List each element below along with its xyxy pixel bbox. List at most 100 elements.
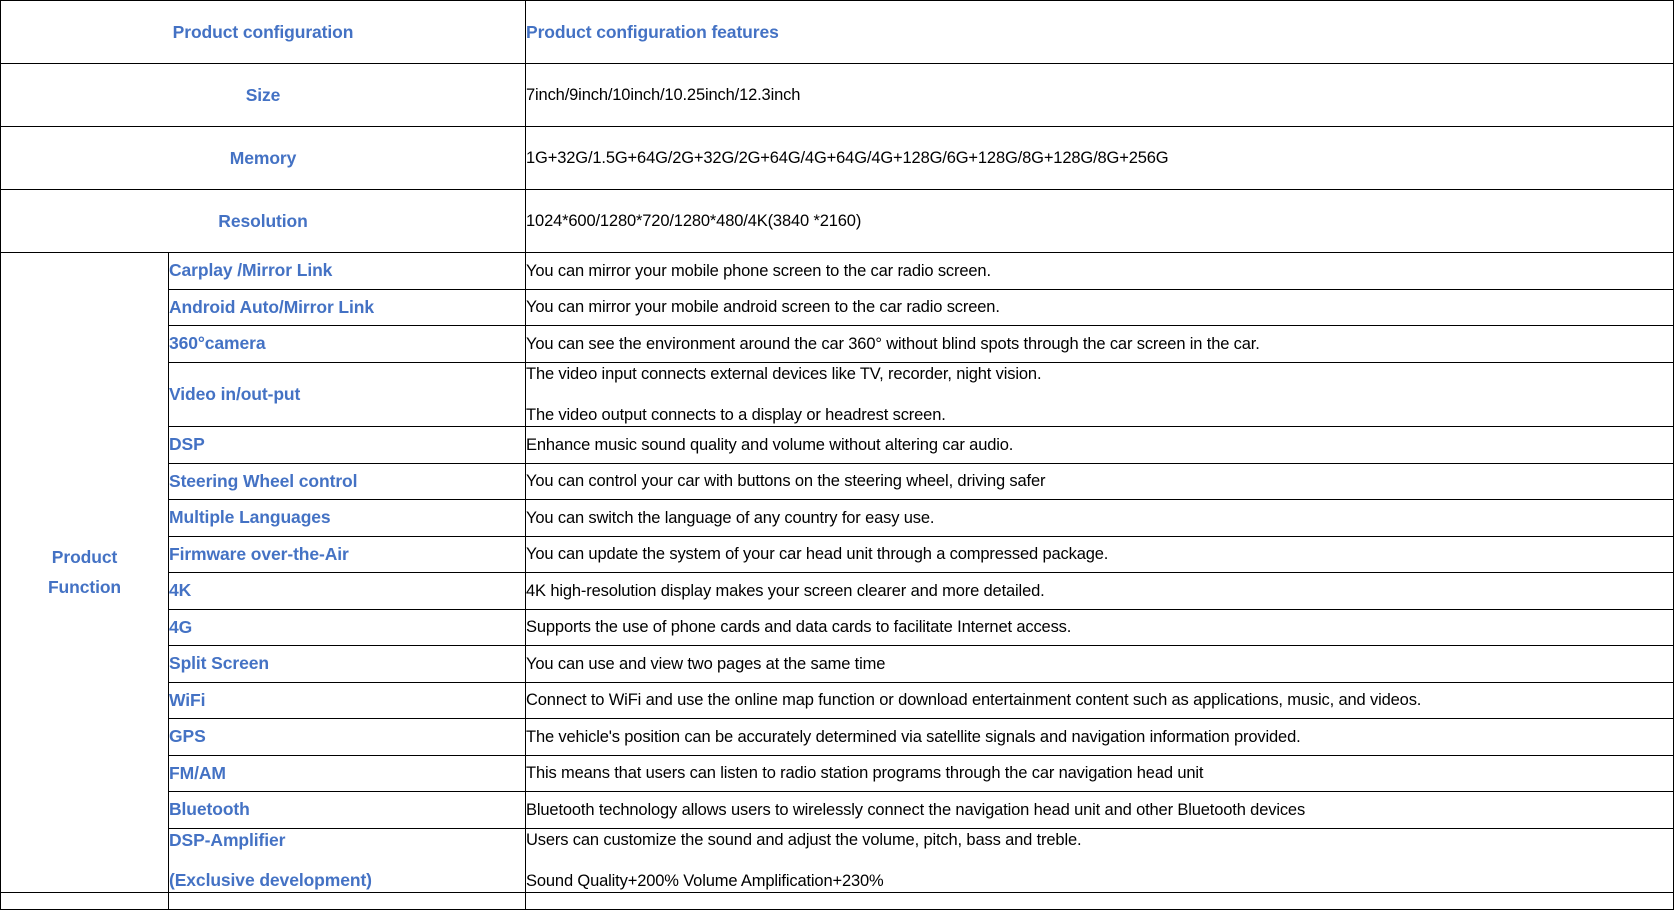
feature-desc-android-auto: You can mirror your mobile android scree…: [525, 288, 1675, 326]
config-value-memory: 1G+32G/1.5G+64G/2G+32G/2G+64G/4G+64G/4G+…: [525, 126, 1675, 190]
feature-label-video-in-out-text: Video in/out-put: [169, 383, 301, 404]
feature-desc-split-screen: You can use and view two pages at the sa…: [525, 645, 1675, 683]
feature-desc-4k: 4K high-resolution display makes your sc…: [525, 572, 1675, 610]
feature-desc-carplay: You can mirror your mobile phone screen …: [525, 252, 1675, 290]
feature-desc-multiple-languages-line1: You can switch the language of any count…: [526, 508, 935, 527]
feature-label-4k: 4K: [167, 572, 527, 610]
feature-desc-dsp-amplifier-line2: Sound Quality+200% Volume Amplification+…: [526, 871, 884, 890]
feature-desc-multiple-languages: You can switch the language of any count…: [525, 499, 1675, 537]
feature-desc-dsp-amplifier: Users can customize the sound and adjust…: [525, 827, 1675, 894]
feature-desc-dsp-amplifier-line1: Users can customize the sound and adjust…: [526, 830, 1082, 849]
product-function-label-line1: Product: [51, 547, 118, 568]
feature-desc-firmware-over-the-air: You can update the system of your car he…: [525, 535, 1675, 574]
feature-desc-split-screen-line1: You can use and view two pages at the sa…: [526, 654, 886, 673]
feature-desc-fm-am: This means that users can listen to radi…: [525, 754, 1675, 793]
feature-label-360-camera: 360°camera: [167, 325, 527, 363]
feature-desc-gps: The vehicle's position can be accurately…: [525, 718, 1675, 756]
config-label-resolution: Resolution: [0, 189, 527, 253]
feature-desc-steering-wheel-control: You can control your car with buttons on…: [525, 462, 1675, 501]
feature-desc-4k-line1: 4K high-resolution display makes your sc…: [526, 581, 1045, 600]
config-label-size: Size: [0, 63, 527, 127]
feature-label-multiple-languages: Multiple Languages: [167, 499, 527, 537]
feature-label-fm-am: FM/AM: [167, 754, 527, 793]
table-row-size: Size 7inch/9inch/10inch/10.25inch/12.3in…: [0, 63, 1675, 127]
feature-desc-dsp-line1: Enhance music sound quality and volume w…: [526, 435, 1014, 454]
feature-label-gps-text: GPS: [169, 726, 206, 747]
feature-label-wifi: WiFi: [167, 681, 527, 720]
config-label-memory-text: Memory: [229, 147, 297, 168]
feature-label-bluetooth-text: Bluetooth: [169, 799, 250, 820]
table-row-bluetooth: Bluetooth Bluetooth technology allows us…: [1, 791, 1675, 829]
config-label-size-text: Size: [245, 84, 281, 105]
feature-label-bluetooth: Bluetooth: [167, 791, 527, 829]
table-row-360-camera: 360°camera You can see the environment a…: [1, 325, 1675, 363]
feature-label-android-auto-text: Android Auto/Mirror Link: [169, 296, 374, 317]
table-row-fm-am: FM/AM This means that users can listen t…: [1, 754, 1675, 793]
table-row-resolution: Resolution 1024*600/1280*720/1280*480/4K…: [0, 189, 1675, 253]
table-row-4g: 4G Supports the use of phone cards and d…: [1, 608, 1675, 647]
table-row-firmware-over-the-air: Firmware over-the-Air You can update the…: [1, 535, 1675, 574]
feature-label-split-screen: Split Screen: [167, 645, 527, 683]
feature-desc-video-in-out-line1: The video input connects external device…: [526, 364, 1042, 383]
table-row-wifi: WiFi Connect to WiFi and use the online …: [1, 681, 1675, 720]
feature-desc-video-in-out-line2: The video output connects to a display o…: [526, 405, 946, 424]
table-row-truncated-next: [0, 892, 1675, 910]
header-product-configuration: Product configuration: [0, 0, 527, 64]
feature-label-carplay: Carplay /Mirror Link: [167, 252, 527, 290]
feature-desc-dsp: Enhance music sound quality and volume w…: [525, 426, 1675, 464]
product-function-group-label: Product Function: [0, 251, 169, 894]
feature-label-multiple-languages-text: Multiple Languages: [169, 507, 331, 528]
config-label-resolution-text: Resolution: [218, 210, 308, 231]
table-row-memory: Memory 1G+32G/1.5G+64G/2G+32G/2G+64G/4G+…: [0, 126, 1675, 190]
feature-label-gps: GPS: [167, 718, 527, 756]
feature-label-dsp-amplifier-line1: DSP-Amplifier: [169, 829, 286, 850]
feature-label-dsp: DSP: [167, 426, 527, 464]
feature-desc-fm-am-line1: This means that users can listen to radi…: [526, 764, 1204, 783]
table-row-carplay: Product Function Carplay /Mirror Link Yo…: [0, 251, 1675, 894]
product-function-label-line2: Function: [47, 577, 122, 598]
table-row-gps: GPS The vehicle's position can be accura…: [1, 718, 1675, 756]
feature-desc-bluetooth: Bluetooth technology allows users to wir…: [525, 791, 1675, 829]
feature-label-split-screen-text: Split Screen: [169, 653, 269, 674]
truncated-cell-spacer-left: [0, 892, 169, 910]
feature-desc-steering-wheel-control-line1: You can control your car with buttons on…: [526, 472, 1046, 491]
feature-label-4g-text: 4G: [169, 616, 193, 637]
feature-label-steering-wheel-control: Steering Wheel control: [167, 462, 527, 501]
feature-label-steering-wheel-control-text: Steering Wheel control: [169, 470, 358, 491]
feature-desc-4g: Supports the use of phone cards and data…: [525, 608, 1675, 647]
table-row-multiple-languages: Multiple Languages You can switch the la…: [1, 499, 1675, 537]
table-row-dsp-amplifier: DSP-Amplifier (Exclusive development) Us…: [1, 827, 1675, 894]
feature-desc-bluetooth-line1: Bluetooth technology allows users to wir…: [526, 800, 1306, 819]
table-row-android-auto: Android Auto/Mirror Link You can mirror …: [1, 288, 1675, 326]
feature-label-wifi-text: WiFi: [169, 689, 206, 710]
feature-label-video-in-out: Video in/out-put: [167, 361, 527, 428]
table-row-video-in-out: Video in/out-put The video input connect…: [1, 361, 1675, 428]
feature-label-fm-am-text: FM/AM: [169, 762, 226, 783]
config-value-memory-text: 1G+32G/1.5G+64G/2G+32G/2G+64G/4G+64G/4G+…: [526, 148, 1169, 167]
table-row-split-screen: Split Screen You can use and view two pa…: [1, 645, 1675, 683]
feature-label-4k-text: 4K: [169, 580, 192, 601]
feature-desc-carplay-line1: You can mirror your mobile phone screen …: [526, 261, 991, 280]
feature-label-dsp-text: DSP: [169, 434, 205, 455]
feature-desc-gps-line1: The vehicle's position can be accurately…: [526, 727, 1301, 746]
feature-desc-360-camera-line1: You can see the environment around the c…: [526, 334, 1260, 353]
feature-label-4g: 4G: [167, 608, 527, 647]
table-header-row: Product configuration Product configurat…: [0, 0, 1675, 64]
header-product-configuration-features: Product configuration features: [525, 0, 1675, 64]
feature-label-firmware-over-the-air: Firmware over-the-Air: [167, 535, 527, 574]
config-label-memory: Memory: [0, 126, 527, 190]
product-configuration-table: Product configuration Product configurat…: [0, 0, 1675, 910]
config-value-size-text: 7inch/9inch/10inch/10.25inch/12.3inch: [526, 85, 801, 104]
header-product-configuration-label: Product configuration: [172, 21, 354, 42]
feature-desc-4g-line1: Supports the use of phone cards and data…: [526, 618, 1072, 637]
feature-desc-360-camera: You can see the environment around the c…: [525, 325, 1675, 363]
feature-desc-android-auto-line1: You can mirror your mobile android scree…: [526, 298, 1000, 317]
feature-desc-video-in-out: The video input connects external device…: [525, 361, 1675, 428]
header-product-configuration-features-label: Product configuration features: [526, 21, 779, 42]
feature-label-dsp-amplifier-line2: (Exclusive development): [169, 869, 372, 890]
table-row-dsp: DSP Enhance music sound quality and volu…: [1, 426, 1675, 464]
feature-desc-wifi: Connect to WiFi and use the online map f…: [525, 681, 1675, 720]
config-value-resolution: 1024*600/1280*720/1280*480/4K(3840 *2160…: [525, 189, 1675, 253]
table-row-steering-wheel-control: Steering Wheel control You can control y…: [1, 462, 1675, 501]
feature-desc-firmware-over-the-air-line1: You can update the system of your car he…: [526, 545, 1109, 564]
